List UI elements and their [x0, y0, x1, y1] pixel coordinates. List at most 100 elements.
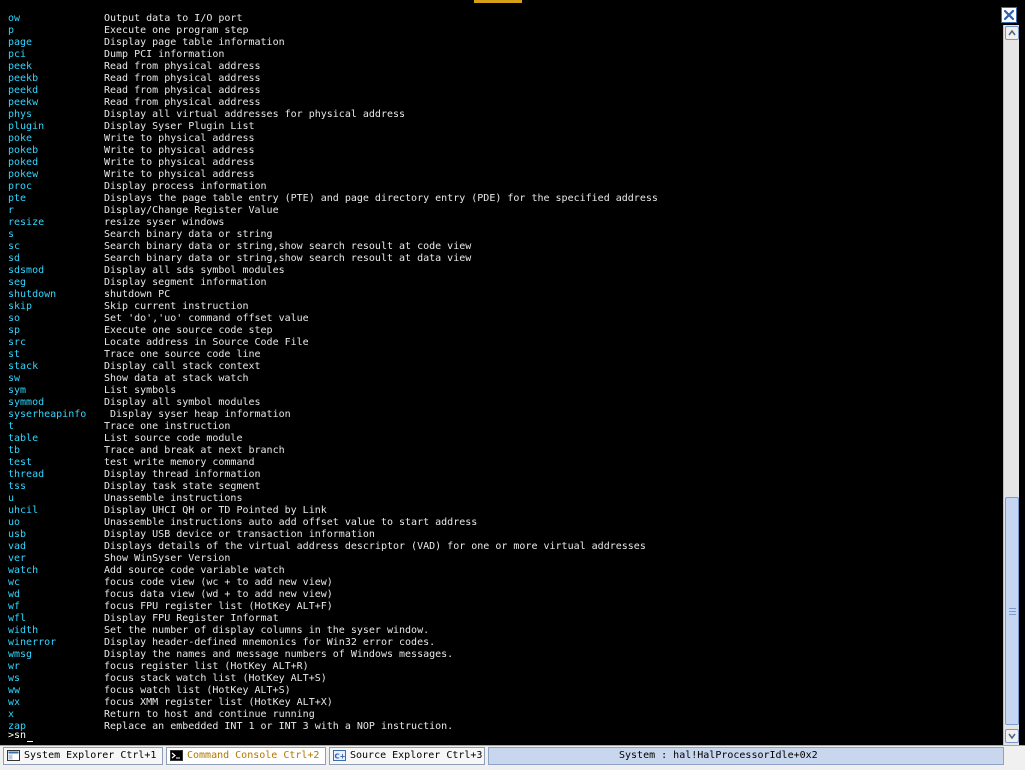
- command-description: focus stack watch list (HotKey ALT+S): [104, 673, 327, 684]
- command-description: List source code module: [104, 433, 243, 444]
- command-name: wr: [8, 661, 21, 672]
- command-description: Displays details of the virtual address …: [104, 541, 646, 552]
- command-name: seg: [8, 277, 27, 288]
- command-name: syserheapinfo: [8, 409, 87, 420]
- system-explorer-icon: [7, 750, 20, 761]
- command-name: tss: [8, 481, 27, 492]
- command-name: watch: [8, 565, 39, 576]
- command-description: Show data at stack watch: [104, 373, 249, 384]
- command-name: r: [8, 205, 15, 216]
- scroll-up-button[interactable]: [1005, 26, 1019, 40]
- scroll-up-arrow-icon: [1008, 30, 1016, 36]
- command-description: Display Syser Plugin List: [104, 121, 255, 132]
- command-description: Set the number of display columns in the…: [104, 625, 430, 636]
- command-name: shutdown: [8, 289, 57, 300]
- command-description: Show WinSyser Version: [104, 553, 231, 564]
- command-description: Write to physical address: [104, 169, 255, 180]
- command-description: Execute one program step: [104, 25, 249, 36]
- command-name: usb: [8, 529, 27, 540]
- scrollbar-grip-line: [1009, 614, 1016, 615]
- command-description: Output data to I/O port: [104, 13, 243, 24]
- command-description: Display the names and message numbers of…: [104, 649, 454, 660]
- command-name: skip: [8, 301, 33, 312]
- close-button[interactable]: [1001, 7, 1017, 23]
- command-description: Dump PCI information: [104, 49, 225, 60]
- command-description: Add source code variable watch: [104, 565, 285, 576]
- scroll-down-button[interactable]: [1005, 729, 1019, 743]
- command-name: sp: [8, 325, 21, 336]
- command-description: Display segment information: [104, 277, 267, 288]
- command-name: wf: [8, 601, 21, 612]
- command-description: Read from physical address: [104, 61, 261, 72]
- command-description: Read from physical address: [104, 73, 261, 84]
- command-name: table: [8, 433, 39, 444]
- command-description: Display FPU Register Informat: [104, 613, 279, 624]
- command-description: Display call stack context: [104, 361, 261, 372]
- command-description: shutdown PC: [104, 289, 171, 300]
- command-description: List symbols: [104, 385, 177, 396]
- command-name: peekw: [8, 97, 39, 108]
- command-name: ww: [8, 685, 21, 696]
- scrollbar-grip-line: [1009, 608, 1016, 609]
- command-description: focus code view (wc + to add new view): [104, 577, 333, 588]
- command-description: Display USB device or transaction inform…: [104, 529, 375, 540]
- tab-command-console[interactable]: Command Console Ctrl+2: [166, 747, 326, 765]
- command-description: Display page table information: [104, 37, 285, 48]
- command-name: wd: [8, 589, 21, 600]
- command-description: Set 'do','uo' command offset value: [104, 313, 309, 324]
- command-description: Search binary data or string,show search…: [104, 241, 472, 252]
- command-description: focus XMM register list (HotKey ALT+X): [104, 697, 333, 708]
- command-name: ver: [8, 553, 27, 564]
- command-console-output[interactable]: ow Output data to I/O port p Execute one pr…: [0, 5, 1003, 742]
- tab-label: Source Explorer Ctrl+3: [350, 750, 483, 761]
- command-name: thread: [8, 469, 45, 480]
- tab-label: Command Console Ctrl+2: [187, 750, 320, 761]
- command-description: Search binary data or string: [104, 229, 273, 240]
- tab-system-explorer[interactable]: System Explorer Ctrl+1: [3, 747, 163, 765]
- tab-label: System Explorer Ctrl+1: [24, 750, 157, 761]
- command-console-icon: [170, 750, 183, 761]
- bottom-tab-bar: System Explorer Ctrl+1 Command Console C…: [0, 745, 1025, 770]
- scrollbar-thumb[interactable]: [1005, 497, 1019, 725]
- command-name: src: [8, 337, 27, 348]
- command-description: Display/Change Register Value: [104, 205, 279, 216]
- command-name: peekd: [8, 85, 39, 96]
- command-name: sd: [8, 253, 21, 264]
- status-bar: System : hal!HalProcessorIdle+0x2: [488, 747, 1004, 765]
- command-description: Execute one source code step: [104, 325, 273, 336]
- command-description: Display task state segment: [104, 481, 261, 492]
- command-input-text[interactable]: >sn: [8, 730, 26, 741]
- command-name: pci: [8, 49, 27, 60]
- command-name: uo: [8, 517, 21, 528]
- command-description: Replace an embedded INT 1 or INT 3 with …: [104, 721, 454, 732]
- command-name: so: [8, 313, 21, 324]
- command-name: sw: [8, 373, 21, 384]
- command-name: wmsg: [8, 649, 33, 660]
- command-description: Skip current instruction: [104, 301, 249, 312]
- status-text: System : hal!HalProcessorIdle+0x2: [619, 750, 818, 761]
- command-name: resize: [8, 217, 45, 228]
- command-name: page: [8, 37, 33, 48]
- command-name: sdsmod: [8, 265, 45, 276]
- command-name: test: [8, 457, 33, 468]
- command-description: Write to physical address: [104, 145, 255, 156]
- command-name: pokeb: [8, 145, 39, 156]
- command-name: st: [8, 349, 21, 360]
- command-name: stack: [8, 361, 39, 372]
- command-prompt[interactable]: >sn: [8, 730, 34, 742]
- command-description: test write memory command: [104, 457, 255, 468]
- command-name: uhcil: [8, 505, 39, 516]
- command-name: wx: [8, 697, 21, 708]
- command-name: symmod: [8, 397, 45, 408]
- command-name: wc: [8, 577, 21, 588]
- close-icon: [1003, 9, 1015, 21]
- command-description: Display syser heap information: [104, 409, 291, 420]
- command-name: s: [8, 229, 15, 240]
- command-description: focus watch list (HotKey ALT+S): [104, 685, 291, 696]
- command-name: proc: [8, 181, 33, 192]
- command-description: Search binary data or string,show search…: [104, 253, 472, 264]
- command-name: tb: [8, 445, 21, 456]
- command-name: ow: [8, 13, 21, 24]
- tab-source-explorer[interactable]: C+ Source Explorer Ctrl+3: [329, 747, 485, 765]
- command-name: pokew: [8, 169, 39, 180]
